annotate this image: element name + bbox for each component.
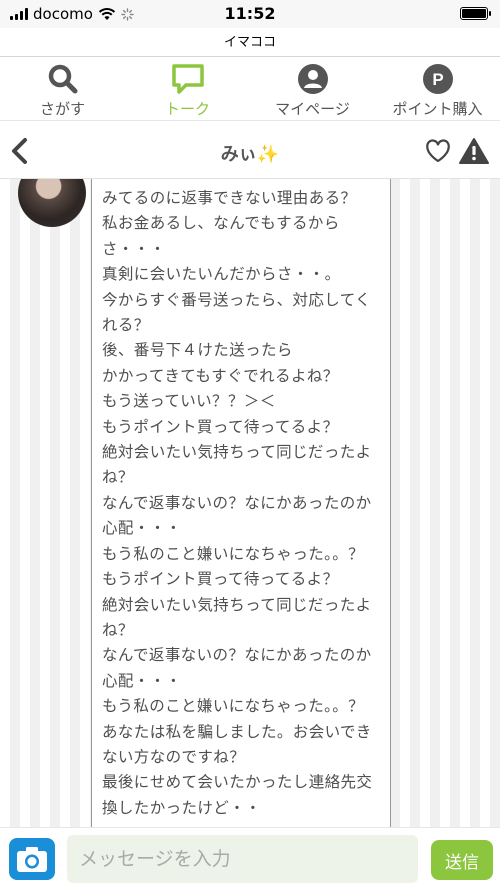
tab-search-label: さがす [39, 100, 85, 118]
chat-bubble-icon [171, 63, 205, 95]
message-line: もう私のこと嫌いになちゃった。。？ [102, 544, 365, 563]
message-line: もう送っていい？？＞＜ [102, 392, 276, 411]
divider [0, 120, 500, 121]
message-line: ね？ [102, 620, 134, 639]
status-time: 11:52 [224, 4, 276, 23]
message-line: 最後にせめて会いたかったし連絡先交 [102, 773, 373, 792]
message-text: みてるのに返事できない理由ある？ 私お金あるし、なんでもするから さ・・・真剣に会い… [102, 186, 381, 821]
message-line: 真剣に会いたいんだからさ・・。 [102, 265, 341, 284]
message-bubble: みてるのに返事できない理由ある？ 私お金あるし、なんでもするから さ・・・真剣に会い… [91, 179, 391, 827]
message-line: なんで返事ないの？なにかあったのか [102, 646, 372, 665]
message-line: 今からすぐ番号送ったら、対応してく [102, 290, 372, 309]
app-title: イマココ [223, 35, 276, 50]
message-line: 換したかったけど・・ [102, 798, 262, 817]
battery-level [462, 9, 486, 18]
message-line: 後、番号下４けた送ったら [102, 341, 293, 360]
message-line: かかってきてもすぐでれるよね？ [102, 366, 339, 385]
tab-search[interactable]: さがす [0, 57, 125, 119]
user-icon [296, 63, 330, 95]
message-line: ない方なのですね？ [102, 747, 246, 766]
warning-report-icon[interactable] [458, 137, 490, 165]
camera-icon [17, 847, 47, 872]
main-tab-bar: さがす トーク マイページ P ポイント購入 [0, 57, 500, 119]
message-composer: 送信 [0, 827, 500, 889]
message-line: 心配・・・ [102, 671, 182, 690]
search-icon [46, 63, 80, 95]
svg-text:P: P [432, 70, 443, 89]
message-input[interactable] [67, 835, 418, 883]
message-line: ね？ [102, 468, 134, 487]
message-line: 私お金あるし、なんでもするから [102, 214, 340, 233]
camera-button[interactable] [9, 838, 55, 880]
tab-mypage[interactable]: マイページ [250, 57, 375, 119]
send-button[interactable]: 送信 [431, 840, 493, 880]
message-line: なんで返事ないの？なにかあったのか [102, 493, 372, 512]
tab-buy-points[interactable]: P ポイント購入 [375, 57, 500, 119]
message-line: 絶対会いたい気持ちって同じだったよ [102, 595, 372, 614]
heart-icon[interactable] [424, 138, 452, 164]
tab-talk[interactable]: トーク [125, 57, 250, 119]
tab-buy-points-label: ポイント購入 [392, 100, 483, 118]
message-line: さ・・・ [102, 239, 166, 258]
message-line: れる？ [102, 316, 150, 335]
message-line: もうポイント買って待ってるよ？ [102, 570, 339, 589]
conversation-header: みぃ✨ [0, 125, 500, 179]
message-line: 心配・・・ [102, 519, 182, 538]
battery-icon [460, 7, 491, 20]
message-line: もう私のこと嫌いになちゃった。。？ [102, 697, 365, 716]
message-line: もうポイント買って待ってるよ？ [102, 417, 339, 436]
point-icon: P [421, 63, 455, 95]
tab-mypage-label: マイページ [275, 100, 350, 118]
message-line: 絶対会いたい気持ちって同じだったよ [102, 443, 372, 462]
chat-area[interactable]: みてるのに返事できない理由ある？ 私お金あるし、なんでもするから さ・・・真剣に会い… [0, 179, 500, 827]
message-line: みてるのに返事できない理由ある？ [102, 189, 357, 207]
status-bar: docomo 11:52 [0, 0, 500, 28]
partner-avatar[interactable] [18, 179, 86, 227]
message-line: あなたは私を騙しました。お会いでき [102, 722, 372, 741]
tab-talk-label: トーク [164, 100, 210, 118]
